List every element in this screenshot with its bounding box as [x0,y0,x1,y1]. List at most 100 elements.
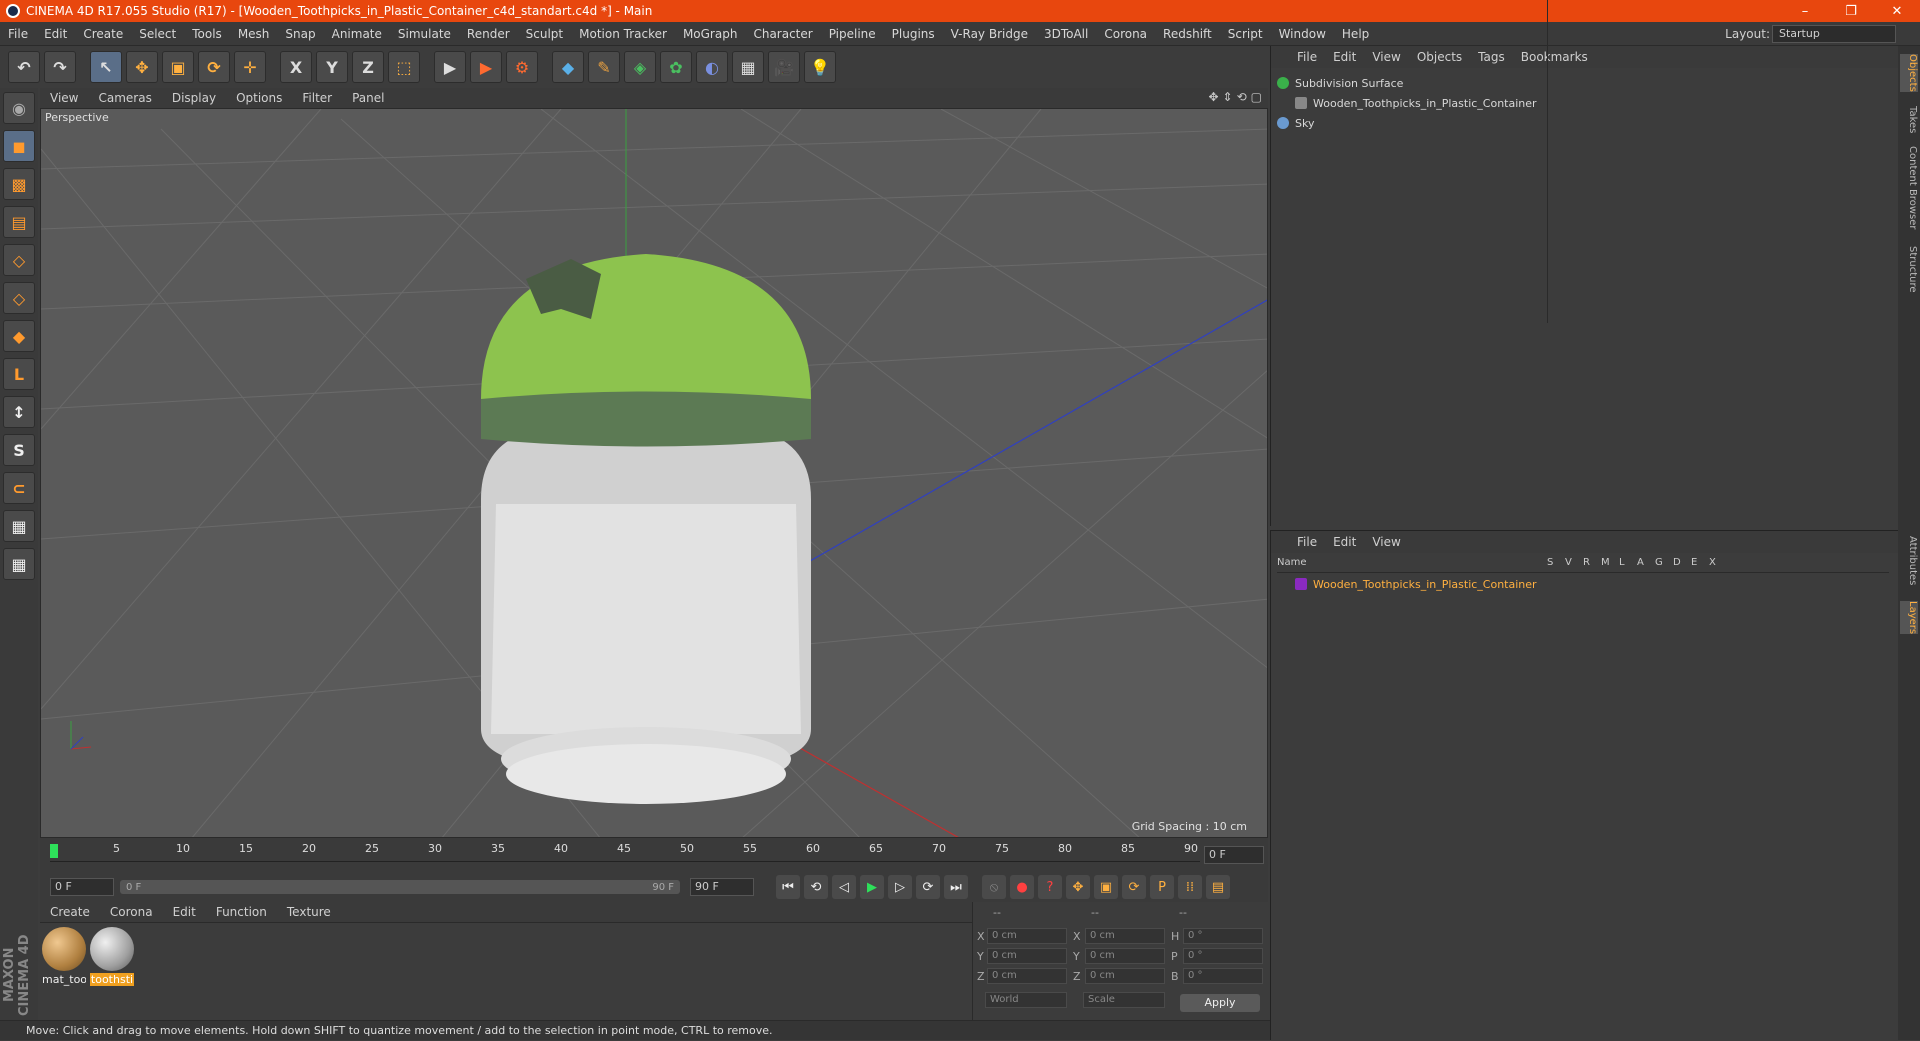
play-icon[interactable]: ▶ [860,875,884,899]
y-axis-lock-icon[interactable]: Y [316,51,348,83]
tab-content-browser[interactable]: Content Browser [1900,146,1918,229]
object-menu-objects[interactable]: Objects [1409,50,1470,64]
rotation-h-field[interactable]: 0 ° [1183,928,1263,944]
next-key-icon[interactable]: ⟳ [916,875,940,899]
record-keys-icon[interactable]: ● [1010,875,1034,899]
snap-grid-icon[interactable]: ▦ [3,510,35,542]
deformer-icon[interactable]: ◐ [696,51,728,83]
cloner-icon[interactable]: ✿ [660,51,692,83]
viewport-menu-panel[interactable]: Panel [342,91,394,105]
menu-animate[interactable]: Animate [324,27,390,41]
menu-render[interactable]: Render [459,27,518,41]
x-axis-lock-icon[interactable]: X [280,51,312,83]
menu-motion-tracker[interactable]: Motion Tracker [571,27,675,41]
apply-button[interactable]: Apply [1180,994,1260,1012]
menu-snap[interactable]: Snap [277,27,323,41]
model-mode-icon[interactable]: ◼ [3,130,35,162]
material-menu-corona[interactable]: Corona [100,905,163,919]
render-view-icon[interactable]: ▶ [434,51,466,83]
object-row-sky[interactable]: Sky [1277,114,1889,132]
object-menu-view[interactable]: View [1364,50,1408,64]
menu-help[interactable]: Help [1334,27,1377,41]
timeline-window-icon[interactable]: ▤ [1206,875,1230,899]
menu-script[interactable]: Script [1220,27,1271,41]
previous-key-icon[interactable]: ⟲ [804,875,828,899]
light-icon[interactable]: 💡 [804,51,836,83]
menu-create[interactable]: Create [75,27,131,41]
menu-select[interactable]: Select [131,27,184,41]
rotation-b-field[interactable]: 0 ° [1183,968,1263,984]
frame-range-slider[interactable]: 0 F 90 F [120,880,680,894]
menu-plugins[interactable]: Plugins [884,27,943,41]
viewport-rotate-icon[interactable]: ⟲ [1237,90,1247,104]
menu-corona[interactable]: Corona [1096,27,1155,41]
menu-3dtoall[interactable]: 3DToAll [1036,27,1096,41]
menu-vray-bridge[interactable]: V-Ray Bridge [943,27,1036,41]
render-settings-icon[interactable]: ⚙ [506,51,538,83]
points-mode-icon[interactable]: ◇ [3,244,35,276]
size-x-field[interactable]: 0 cm [1085,928,1165,944]
object-menu-bookmarks[interactable]: Bookmarks [1513,50,1596,64]
material-swatch[interactable]: mat_too [42,927,86,987]
size-z-field[interactable]: 0 cm [1085,968,1165,984]
magnet-icon[interactable]: ⊂ [3,472,35,504]
viewport-menu-display[interactable]: Display [162,91,226,105]
key-pla-icon[interactable]: ⁞⁞ [1178,875,1202,899]
layer-menu-file[interactable]: File [1289,535,1325,549]
tab-takes[interactable]: Takes [1900,106,1918,133]
next-frame-icon[interactable]: ▷ [888,875,912,899]
viewport-menu-options[interactable]: Options [226,91,292,105]
current-frame-field[interactable]: 0 F [1204,846,1264,864]
subdivision-surface-icon[interactable]: ◈ [624,51,656,83]
viewport-zoom-icon[interactable]: ⇕ [1223,90,1233,104]
position-y-field[interactable]: 0 cm [987,948,1067,964]
perspective-viewport[interactable]: Perspective Grid Spacing : 10 cm [40,108,1268,838]
material-menu-edit[interactable]: Edit [163,905,206,919]
position-z-field[interactable]: 0 cm [987,968,1067,984]
viewport-toggle-icon[interactable]: ▢ [1251,90,1262,104]
menu-character[interactable]: Character [745,27,820,41]
position-x-field[interactable]: 0 cm [987,928,1067,944]
menu-file[interactable]: File [0,27,36,41]
material-menu-texture[interactable]: Texture [277,905,341,919]
menu-redshift[interactable]: Redshift [1155,27,1220,41]
end-frame-field[interactable]: 90 F [690,878,754,896]
pen-spline-icon[interactable]: ✎ [588,51,620,83]
render-picture-viewer-icon[interactable]: ▶ [470,51,502,83]
object-row-wooden-toothpicks[interactable]: Wooden_Toothpicks_in_Plastic_Container [1277,94,1889,112]
rotation-p-field[interactable]: 0 ° [1183,948,1263,964]
layout-select[interactable]: Startup [1772,25,1896,43]
workplane-mode-icon[interactable]: ▤ [3,206,35,238]
soft-selection-icon[interactable]: S [3,434,35,466]
menu-mesh[interactable]: Mesh [230,27,278,41]
scale-tool-icon[interactable]: ▣ [162,51,194,83]
tab-attributes[interactable]: Attributes [1900,536,1918,585]
cube-primitive-icon[interactable]: ◆ [552,51,584,83]
key-parameter-icon[interactable]: P [1150,875,1174,899]
live-selection-icon[interactable]: ↖ [90,51,122,83]
key-position-icon[interactable]: ✥ [1066,875,1090,899]
layer-row[interactable]: Wooden_Toothpicks_in_Plastic_Container [1277,575,1889,593]
tab-structure[interactable]: Structure [1900,246,1918,293]
size-y-field[interactable]: 0 cm [1085,948,1165,964]
motion-record-icon[interactable]: ⦸ [982,875,1006,899]
floor-icon[interactable]: ▦ [732,51,764,83]
coordinate-space-select[interactable]: World [985,992,1067,1008]
object-menu-edit[interactable]: Edit [1325,50,1364,64]
layer-menu-edit[interactable]: Edit [1325,535,1364,549]
menu-tools[interactable]: Tools [184,27,230,41]
autokey-icon[interactable]: ? [1038,875,1062,899]
redo-icon[interactable]: ↷ [44,51,76,83]
menu-pipeline[interactable]: Pipeline [821,27,884,41]
viewport-menu-filter[interactable]: Filter [292,91,342,105]
minimize-button[interactable]: – [1782,0,1828,22]
playhead[interactable] [50,844,58,858]
menu-edit[interactable]: Edit [36,27,75,41]
material-swatch[interactable]: toothsti [90,927,134,987]
maximize-button[interactable]: ❐ [1828,0,1874,22]
viewport-menu-cameras[interactable]: Cameras [88,91,161,105]
menu-window[interactable]: Window [1271,27,1334,41]
texture-mode-icon[interactable]: ▩ [3,168,35,200]
go-to-end-icon[interactable]: ⏭ [944,875,968,899]
timeline-ruler[interactable]: 0 5 10 15 20 25 30 35 40 45 50 55 60 65 … [40,838,1268,872]
